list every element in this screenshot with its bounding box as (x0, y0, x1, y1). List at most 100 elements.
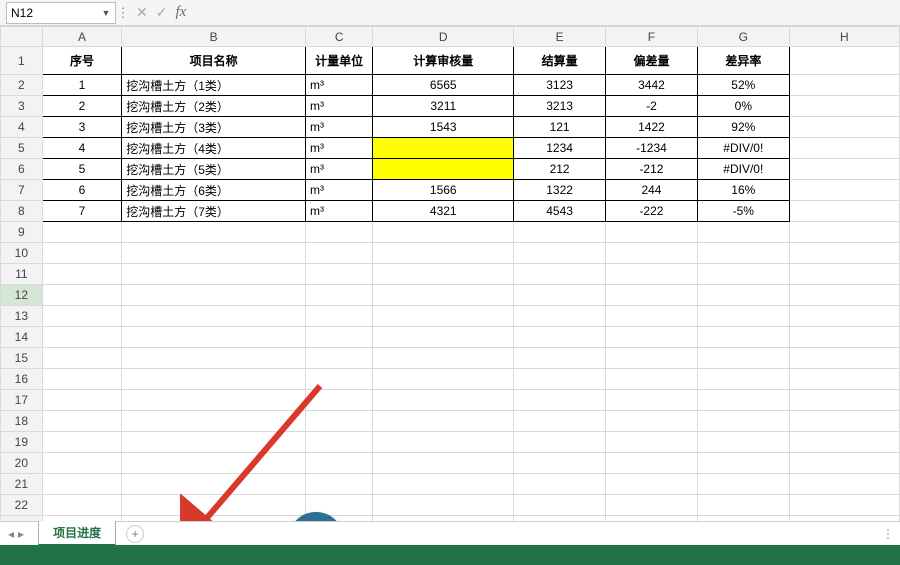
cell-G3[interactable]: 0% (697, 96, 789, 117)
col-header-F[interactable]: F (606, 27, 698, 47)
cell-H4[interactable] (789, 117, 899, 138)
row-header-8[interactable]: 8 (1, 201, 43, 222)
cell-A16[interactable] (42, 369, 122, 390)
col-header-A[interactable]: A (42, 27, 122, 47)
cell-H1[interactable] (789, 47, 899, 75)
cell-F1[interactable]: 偏差量 (606, 47, 698, 75)
cell-H16[interactable] (789, 369, 899, 390)
cell-F6[interactable]: -212 (606, 159, 698, 180)
col-header-E[interactable]: E (514, 27, 606, 47)
cell-E8[interactable]: 4543 (514, 201, 606, 222)
cell-F16[interactable] (606, 369, 698, 390)
cell-F3[interactable]: -2 (606, 96, 698, 117)
col-header-D[interactable]: D (373, 27, 514, 47)
cell-C18[interactable] (305, 411, 372, 432)
cell-D4[interactable]: 1543 (373, 117, 514, 138)
cell-G15[interactable] (697, 348, 789, 369)
cell-D8[interactable]: 4321 (373, 201, 514, 222)
select-all-corner[interactable] (1, 27, 43, 47)
row-header-5[interactable]: 5 (1, 138, 43, 159)
cell-H8[interactable] (789, 201, 899, 222)
cell-G2[interactable]: 52% (697, 75, 789, 96)
cell-E18[interactable] (514, 411, 606, 432)
cell-E22[interactable] (514, 495, 606, 516)
cell-G4[interactable]: 92% (697, 117, 789, 138)
cell-A11[interactable] (42, 264, 122, 285)
cell-A18[interactable] (42, 411, 122, 432)
row-header-12[interactable]: 12 (1, 285, 43, 306)
cell-H2[interactable] (789, 75, 899, 96)
cell-H3[interactable] (789, 96, 899, 117)
cell-E20[interactable] (514, 453, 606, 474)
row-header-16[interactable]: 16 (1, 369, 43, 390)
row-header-22[interactable]: 22 (1, 495, 43, 516)
col-header-G[interactable]: G (697, 27, 789, 47)
cell-G19[interactable] (697, 432, 789, 453)
cell-D20[interactable] (373, 453, 514, 474)
cell-F10[interactable] (606, 243, 698, 264)
cell-B4[interactable]: 挖沟槽土方（3类） (122, 117, 306, 138)
cell-A12[interactable] (42, 285, 122, 306)
cell-H6[interactable] (789, 159, 899, 180)
cell-H10[interactable] (789, 243, 899, 264)
cell-G22[interactable] (697, 495, 789, 516)
cell-C5[interactable]: m³ (305, 138, 372, 159)
cell-D10[interactable] (373, 243, 514, 264)
cell-D16[interactable] (373, 369, 514, 390)
cell-E4[interactable]: 121 (514, 117, 606, 138)
cell-A5[interactable]: 4 (42, 138, 122, 159)
cell-H12[interactable] (789, 285, 899, 306)
cell-D19[interactable] (373, 432, 514, 453)
cell-E1[interactable]: 结算量 (514, 47, 606, 75)
cell-D9[interactable] (373, 222, 514, 243)
row-header-9[interactable]: 9 (1, 222, 43, 243)
row-header-14[interactable]: 14 (1, 327, 43, 348)
cell-H14[interactable] (789, 327, 899, 348)
cell-A2[interactable]: 1 (42, 75, 122, 96)
cell-E3[interactable]: 3213 (514, 96, 606, 117)
cell-H18[interactable] (789, 411, 899, 432)
cell-A7[interactable]: 6 (42, 180, 122, 201)
cell-G13[interactable] (697, 306, 789, 327)
worksheet[interactable]: ABCDEFGH 1序号项目名称计量单位计算审核量结算量偏差量差异率21挖沟槽土… (0, 26, 900, 521)
cell-A20[interactable] (42, 453, 122, 474)
cell-B3[interactable]: 挖沟槽土方（2类） (122, 96, 306, 117)
cell-B20[interactable] (122, 453, 306, 474)
cell-E21[interactable] (514, 474, 606, 495)
cell-C21[interactable] (305, 474, 372, 495)
cell-F13[interactable] (606, 306, 698, 327)
cell-D1[interactable]: 计算审核量 (373, 47, 514, 75)
cell-G18[interactable] (697, 411, 789, 432)
cell-D5[interactable] (373, 138, 514, 159)
cell-F19[interactable] (606, 432, 698, 453)
cell-C20[interactable] (305, 453, 372, 474)
cell-D18[interactable] (373, 411, 514, 432)
row-header-19[interactable]: 19 (1, 432, 43, 453)
cell-F2[interactable]: 3442 (606, 75, 698, 96)
row-header-20[interactable]: 20 (1, 453, 43, 474)
row-header-1[interactable]: 1 (1, 47, 43, 75)
cell-E12[interactable] (514, 285, 606, 306)
cell-B10[interactable] (122, 243, 306, 264)
row-header-18[interactable]: 18 (1, 411, 43, 432)
cell-F17[interactable] (606, 390, 698, 411)
cell-G8[interactable]: -5% (697, 201, 789, 222)
cell-F20[interactable] (606, 453, 698, 474)
row-header-13[interactable]: 13 (1, 306, 43, 327)
cell-F8[interactable]: -222 (606, 201, 698, 222)
cell-A9[interactable] (42, 222, 122, 243)
cell-E14[interactable] (514, 327, 606, 348)
col-header-B[interactable]: B (122, 27, 306, 47)
cell-H11[interactable] (789, 264, 899, 285)
cell-D15[interactable] (373, 348, 514, 369)
cell-B13[interactable] (122, 306, 306, 327)
cell-D17[interactable] (373, 390, 514, 411)
cell-F21[interactable] (606, 474, 698, 495)
grid[interactable]: ABCDEFGH 1序号项目名称计量单位计算审核量结算量偏差量差异率21挖沟槽土… (0, 26, 900, 521)
cell-E6[interactable]: 212 (514, 159, 606, 180)
row-header-15[interactable]: 15 (1, 348, 43, 369)
cell-G14[interactable] (697, 327, 789, 348)
cell-C10[interactable] (305, 243, 372, 264)
cell-C9[interactable] (305, 222, 372, 243)
row-header-21[interactable]: 21 (1, 474, 43, 495)
